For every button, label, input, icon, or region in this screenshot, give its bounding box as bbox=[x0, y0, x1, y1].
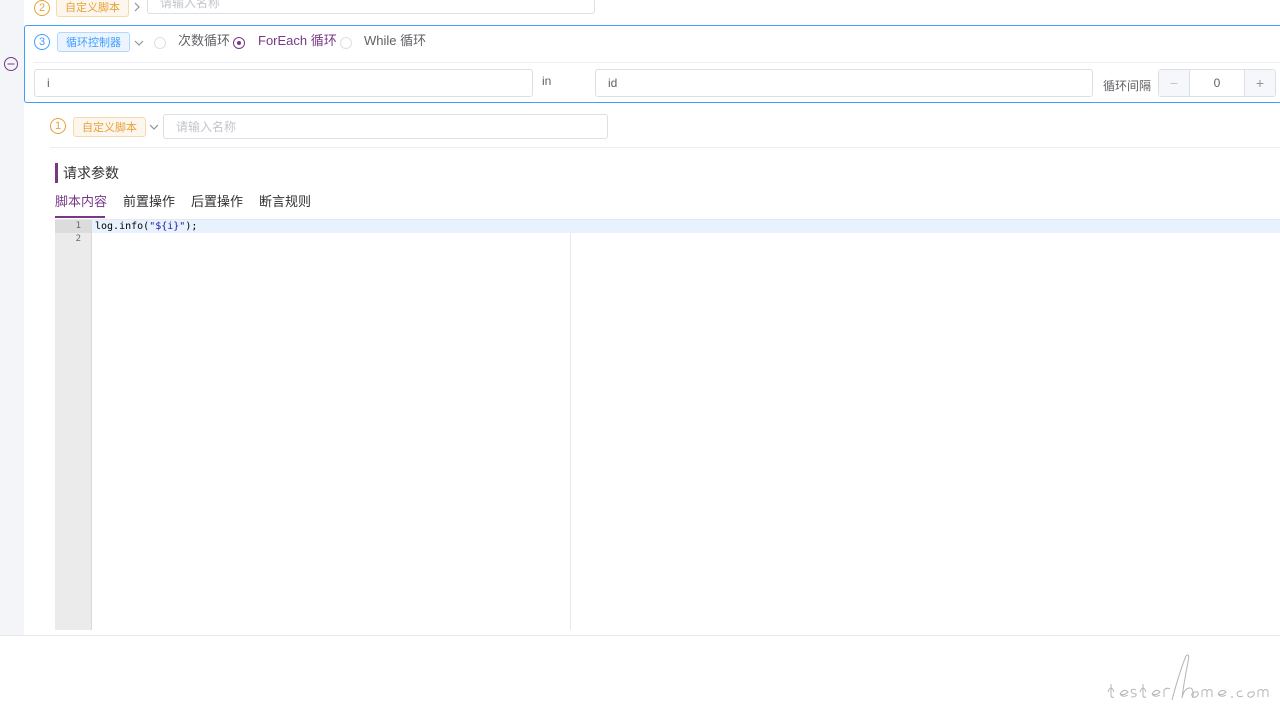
divider bbox=[33, 62, 1280, 63]
step-type-tag: 自定义脚本 bbox=[73, 117, 146, 137]
step-3-loop-controller: 3 循环控制器 次数循环 ForEach 循环 While 循环 i in id… bbox=[24, 25, 1280, 103]
chevron-down-icon[interactable] bbox=[132, 36, 146, 50]
chevron-down-icon[interactable] bbox=[147, 120, 161, 134]
loop-type-radio-while[interactable] bbox=[340, 37, 352, 49]
line-number: 1 bbox=[75, 221, 81, 231]
active-tab-indicator bbox=[55, 216, 105, 218]
active-line-highlight bbox=[92, 220, 1280, 233]
loop-type-label-count[interactable]: 次数循环 bbox=[178, 33, 230, 49]
loop-type-radio-foreach[interactable] bbox=[233, 37, 245, 49]
tab-post-operation[interactable]: 后置操作 bbox=[191, 194, 243, 210]
code-token: ); bbox=[185, 221, 198, 232]
editor-gutter bbox=[55, 220, 92, 630]
section-title: 请求参数 bbox=[55, 163, 119, 183]
loop-variable-input[interactable]: i bbox=[34, 69, 533, 97]
step-number-badge: 1 bbox=[50, 118, 66, 134]
step-type-tag: 循环控制器 bbox=[57, 32, 130, 52]
step-2-custom-script: 2 自定义脚本 请输入名称 bbox=[24, 0, 1280, 24]
tab-assertion-rules[interactable]: 断言规则 bbox=[259, 194, 311, 210]
divider bbox=[50, 147, 1280, 148]
loop-collection-value: id bbox=[608, 76, 618, 90]
code-line[interactable]: log.info("${i}"); bbox=[95, 220, 197, 233]
loop-interval-label: 循环间隔 bbox=[1103, 79, 1152, 93]
divider bbox=[0, 635, 1280, 636]
print-margin bbox=[570, 233, 571, 630]
step-number-badge: 2 bbox=[34, 0, 50, 16]
tab-script-content[interactable]: 脚本内容 bbox=[55, 194, 107, 210]
code-editor[interactable]: 1 2 log.info("${i}"); bbox=[55, 219, 1280, 630]
loop-collection-input[interactable]: id bbox=[595, 69, 1093, 97]
loop-interval-stepper: − 0 + bbox=[1158, 69, 1276, 97]
left-gutter-strip bbox=[0, 0, 24, 636]
line-number: 2 bbox=[75, 234, 81, 244]
loop-type-radio-count[interactable] bbox=[154, 37, 166, 49]
code-token: log.info( bbox=[95, 221, 150, 232]
code-string-token: "${i}" bbox=[149, 221, 186, 232]
in-label: in bbox=[542, 74, 552, 88]
loop-type-label-while[interactable]: While 循环 bbox=[364, 33, 426, 49]
step-number-badge: 3 bbox=[34, 34, 50, 50]
loop-variable-value: i bbox=[47, 76, 50, 90]
watermark-logo bbox=[1107, 654, 1269, 701]
step-type-tag: 自定义脚本 bbox=[56, 0, 129, 17]
name-placeholder: 请输入名称 bbox=[176, 120, 237, 134]
tab-pre-operation[interactable]: 前置操作 bbox=[123, 194, 175, 210]
loop-interval-value[interactable]: 0 bbox=[1189, 70, 1245, 96]
page: 2 自定义脚本 请输入名称 3 循环控制器 次数循环 ForEach 循环 Wh… bbox=[0, 0, 1280, 720]
step-1-custom-script: 1 自定义脚本 请输入名称 请求参数 脚本内容 前置操作 后置操作 断言规则 1… bbox=[40, 108, 1280, 635]
increase-button[interactable]: + bbox=[1244, 70, 1275, 96]
step-name-input[interactable]: 请输入名称 bbox=[147, 0, 595, 14]
decrease-button[interactable]: − bbox=[1159, 70, 1190, 96]
name-placeholder: 请输入名称 bbox=[160, 0, 221, 10]
chevron-right-icon[interactable] bbox=[130, 0, 144, 14]
minus-circle-icon[interactable] bbox=[3, 56, 19, 72]
step-name-input[interactable]: 请输入名称 bbox=[163, 114, 608, 139]
loop-type-label-foreach[interactable]: ForEach 循环 bbox=[258, 33, 337, 49]
